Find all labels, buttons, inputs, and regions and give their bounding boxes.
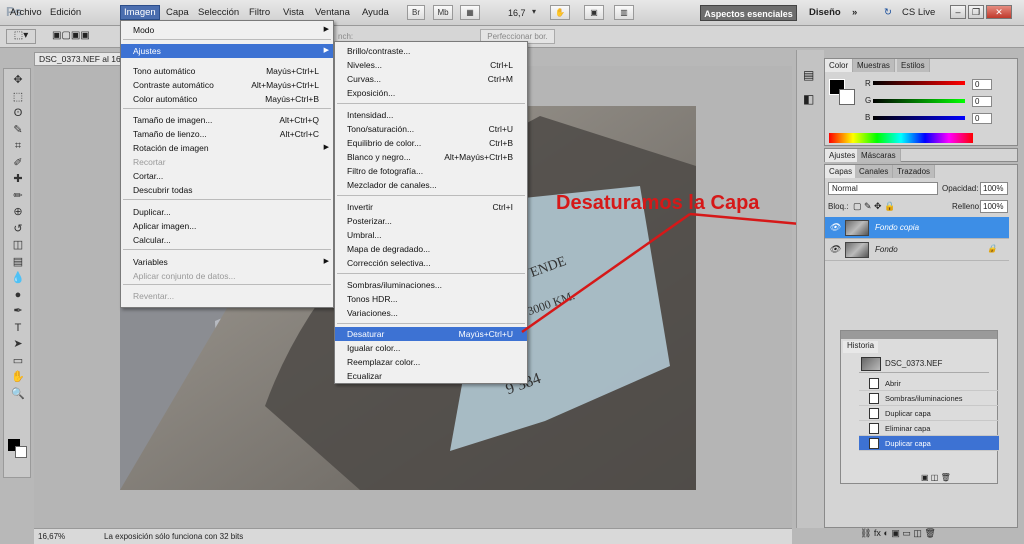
tab-trazados[interactable]: Trazados [893,165,936,178]
history-state[interactable]: Sombras/iluminaciones [859,391,999,406]
r-slider[interactable] [873,81,965,85]
r-value[interactable]: 0 [972,79,992,90]
history-panel-titlebar[interactable] [841,331,997,339]
history-state[interactable]: Duplicar capa [859,406,999,421]
b-slider[interactable] [873,116,965,120]
history-state-icon [869,423,879,434]
tab-muestras[interactable]: Muestras [853,59,895,72]
color-panel: Color Muestras Estilos R 0 G 0 B 0 [824,58,1018,146]
fill-label: Relleno: [952,202,982,211]
blend-mode-select[interactable]: Normal [828,182,938,195]
tab-ajustes[interactable]: Ajustes [825,149,861,162]
tab-color[interactable]: Color [825,59,854,72]
history-state-label: Sombras/iluminaciones [885,394,963,403]
dock-icon-2[interactable]: ◧ [803,92,814,106]
g-slider[interactable] [873,99,965,103]
snapshot-thumb [861,357,881,371]
history-state-icon [869,393,879,404]
b-label: B [865,113,871,122]
history-state[interactable]: Abrir [859,376,999,391]
history-state-label: Eliminar capa [885,424,931,433]
b-value[interactable]: 0 [972,113,992,124]
opacity-field[interactable]: 100% [980,182,1008,195]
history-snapshot[interactable]: DSC_0373.NEF [859,355,989,373]
tab-canales[interactable]: Canales [855,165,894,178]
history-state-label: Duplicar capa [885,409,931,418]
layer-thumbnail [845,220,869,236]
lock-label: Bloq.: [828,202,849,211]
dock-icon-1[interactable]: ▤ [803,68,814,82]
fill-field[interactable]: 100% [980,200,1008,213]
history-footer-icons[interactable]: ▣ ◫ 🗑 [921,473,951,482]
g-value[interactable]: 0 [972,96,992,107]
visibility-eye-icon[interactable]: 👁 [829,222,840,233]
collapsed-panel-dock: ▤ ◧ [796,50,824,528]
history-tab[interactable]: Historia [843,341,879,353]
layers-footer-icons[interactable]: ⛓ fx ◐ ▣ ▭ ◫ 🗑 [860,528,936,539]
history-state-icon [869,408,879,419]
r-label: R [865,79,871,88]
tab-estilos[interactable]: Estilos [897,59,930,72]
lock-icons[interactable]: ▢ ✎ ✥ 🔒 [853,201,895,212]
layer-row[interactable]: 👁 Fondo copia [825,217,1009,239]
history-state-icon [869,378,879,389]
history-state-label: Abrir [885,379,901,388]
color-spectrum-ramp[interactable] [829,133,973,143]
history-state-icon [869,438,879,449]
opacity-label: Opacidad: [942,184,979,193]
tab-máscaras[interactable]: Máscaras [857,149,901,162]
layer-lock-icon: 🔒 [987,244,997,253]
layer-row[interactable]: 👁 Fondo 🔒 [825,239,1009,261]
snapshot-label: DSC_0373.NEF [885,359,943,368]
history-state[interactable]: Eliminar capa [859,421,999,436]
tab-capas[interactable]: Capas [825,165,858,178]
layer-name: Fondo copia [875,223,920,232]
background-color-swatch[interactable] [839,89,855,105]
layer-thumbnail [845,242,869,258]
adjustments-panel-tabs: Ajustes Máscaras [824,148,1018,162]
history-panel: Historia DSC_0373.NEF Abrir Sombras/ilumi… [840,330,999,484]
layer-name: Fondo [875,245,898,254]
g-label: G [865,96,872,105]
history-state-label: Duplicar capa [885,439,931,448]
visibility-eye-icon[interactable]: 👁 [829,244,840,255]
history-state[interactable]: Duplicar capa [859,436,999,451]
